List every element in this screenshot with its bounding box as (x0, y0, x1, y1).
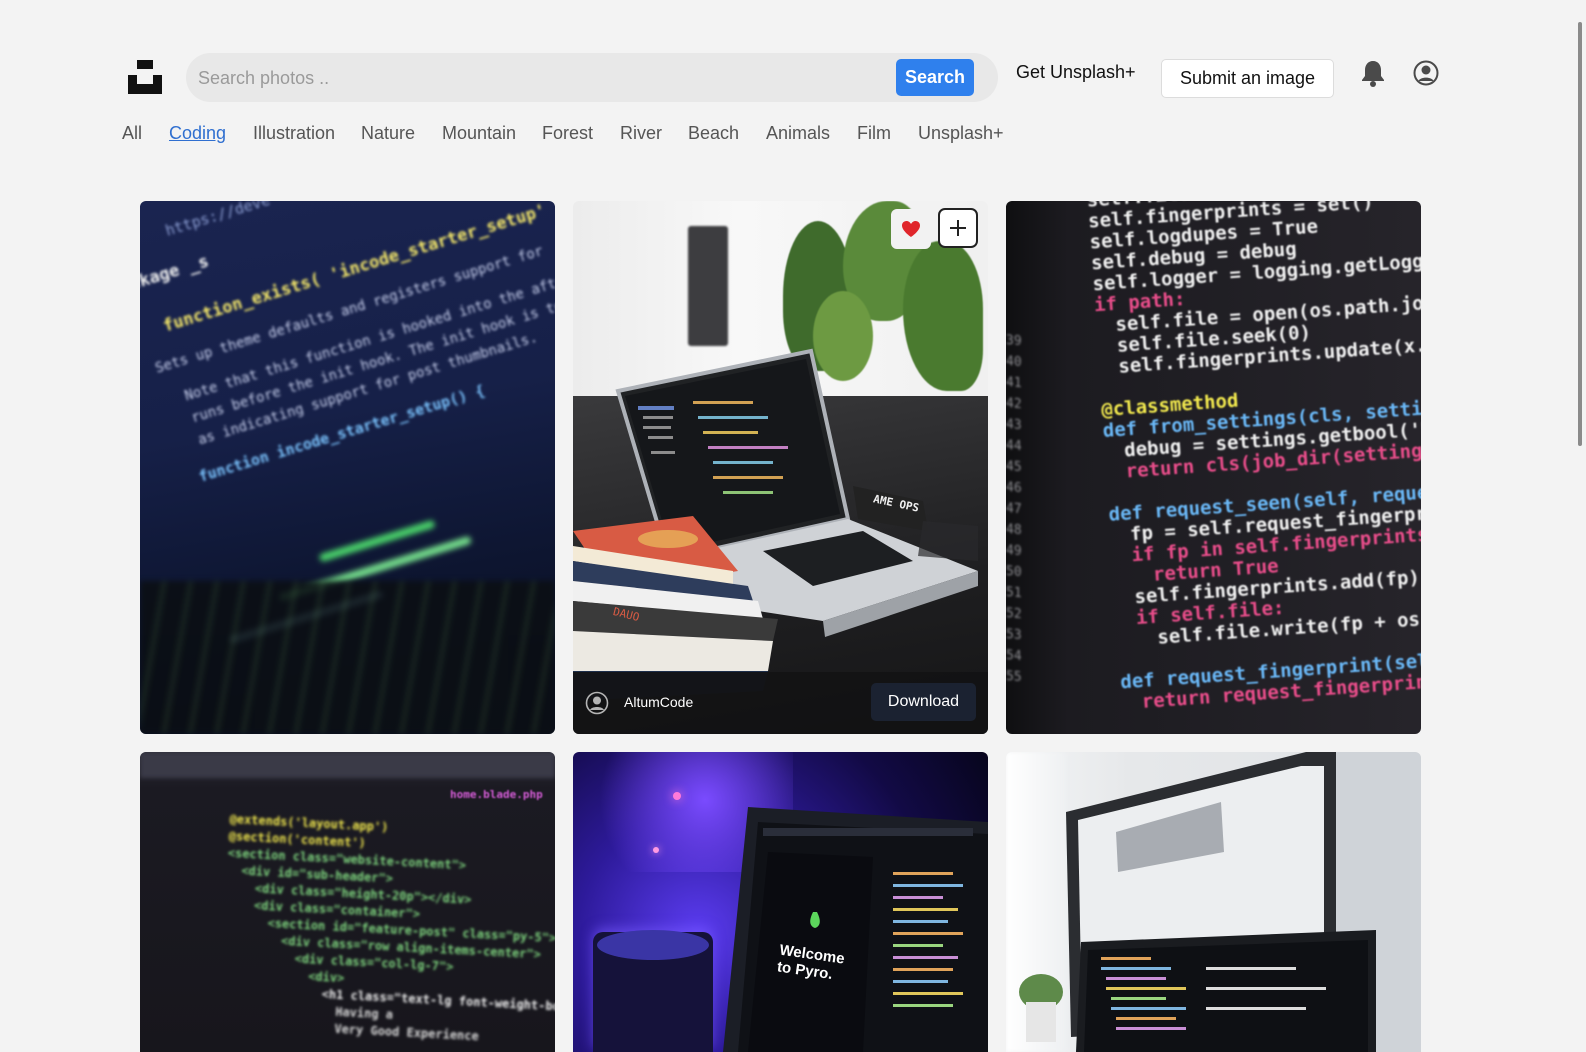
category-nav: All Coding Illustration Nature Mountain … (0, 123, 1586, 145)
code-line: ckage _s (140, 251, 212, 295)
scrollbar-track[interactable] (1568, 0, 1586, 1052)
scrollbar-thumb[interactable] (1578, 22, 1582, 446)
plus-icon (950, 220, 966, 236)
photo-card[interactable]: Welcome to Pyro. (573, 752, 988, 1052)
photo-card[interactable]: https://deve ckage _s function_exists( '… (140, 201, 555, 734)
search-bar: Search (186, 53, 998, 102)
category-film[interactable]: Film (857, 123, 891, 144)
search-button[interactable]: Search (896, 59, 974, 96)
category-river[interactable]: River (620, 123, 662, 144)
laptop-illustration (723, 807, 988, 1052)
laptop-illustration (573, 348, 978, 701)
category-forest[interactable]: Forest (542, 123, 593, 144)
code-line: https://deve (163, 201, 273, 240)
photo-image: https://deve ckage _s function_exists( '… (140, 201, 555, 734)
category-all[interactable]: All (122, 123, 142, 144)
photo-footer: AltumCode Download (573, 672, 988, 734)
photo-image: 39 40 41 42 43 44 45 46 47 48 49 50 51 5… (1006, 201, 1421, 734)
submit-image-button[interactable]: Submit an image (1161, 59, 1334, 98)
editor-tab-label: home.blade.php (450, 788, 543, 801)
photo-image: Welcome to Pyro. (573, 752, 988, 1052)
photo-card[interactable]: home.blade.php @extends('layout.app') @se… (140, 752, 555, 1052)
category-illustration[interactable]: Illustration (253, 123, 335, 144)
download-button[interactable]: Download (871, 683, 976, 721)
user-circle-icon[interactable] (585, 691, 609, 715)
category-mountain[interactable]: Mountain (442, 123, 516, 144)
line-numbers: 39 40 41 42 43 44 45 46 47 48 49 50 51 5… (1006, 333, 1022, 686)
photo-card[interactable] (1006, 752, 1421, 1052)
favorite-button[interactable] (891, 209, 931, 249)
photo-image: home.blade.php @extends('layout.app') @se… (140, 752, 555, 1052)
get-unsplash-plus-link[interactable]: Get Unsplash+ (1016, 62, 1136, 83)
unsplash-logo-icon[interactable] (128, 60, 162, 94)
monitor-illustration (1019, 752, 1421, 1052)
photo-image: AME OPS DAUO (573, 201, 988, 734)
category-nature[interactable]: Nature (361, 123, 415, 144)
search-input[interactable] (196, 65, 890, 91)
photo-card[interactable]: 39 40 41 42 43 44 45 46 47 48 49 50 51 5… (1006, 201, 1421, 734)
category-beach[interactable]: Beach (688, 123, 739, 144)
photo-card[interactable]: AME OPS DAUO AltumCode Download (573, 201, 988, 734)
photo-image (1006, 752, 1421, 1052)
category-coding[interactable]: Coding (169, 123, 226, 144)
user-circle-icon[interactable] (1413, 60, 1439, 86)
bell-icon[interactable] (1360, 59, 1386, 87)
add-to-collection-button[interactable] (938, 208, 978, 248)
category-animals[interactable]: Animals (766, 123, 830, 144)
code-block: @extends('layout.app') @section('content'… (227, 812, 555, 1043)
author-name[interactable]: AltumCode (624, 694, 693, 710)
category-unsplash-plus[interactable]: Unsplash+ (918, 123, 1004, 144)
code-line: Very Good Experience (218, 1015, 480, 1044)
heart-icon (902, 221, 920, 237)
